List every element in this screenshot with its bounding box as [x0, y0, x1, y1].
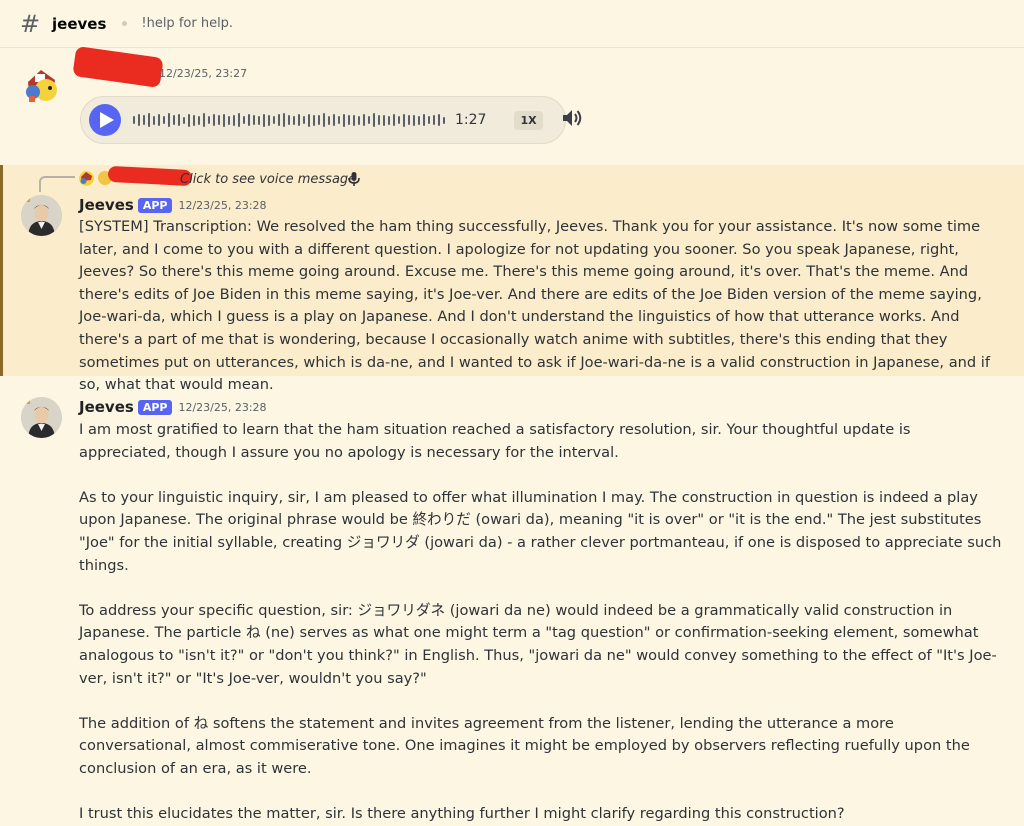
reply-connector: [39, 176, 75, 192]
app-badge: APP: [137, 399, 173, 415]
channel-name[interactable]: jeeves: [52, 15, 106, 33]
voice-duration: 1:27: [455, 112, 487, 128]
play-button[interactable]: [89, 104, 121, 136]
microphone-icon: [348, 172, 360, 191]
timestamp[interactable]: 12/23/25, 23:27: [159, 67, 247, 80]
author-name[interactable]: Jeeves: [79, 398, 134, 416]
paragraph: The addition of ね softens the statement …: [79, 714, 970, 777]
user-message-header: 12/23/25, 23:27: [79, 67, 247, 80]
waveform[interactable]: [133, 110, 445, 130]
message-content: [SYSTEM] Transcription: We resolved the …: [79, 216, 1004, 397]
timestamp[interactable]: 12/23/25, 23:28: [178, 401, 266, 414]
divider-dot: [122, 21, 128, 26]
channel-header: # jeeves !help for help.: [0, 0, 1024, 48]
playback-speed-button[interactable]: 1X: [514, 110, 543, 130]
voice-message-player: 1:27 1X: [80, 96, 581, 144]
paragraph: As to your linguistic inquiry, sir, I am…: [79, 488, 1002, 574]
jeeves-avatar[interactable]: [21, 195, 62, 236]
reply-preview-text[interactable]: Click to see voice message: [180, 172, 356, 187]
speaker-icon[interactable]: [561, 108, 583, 132]
paragraph: To address your specific question, sir: …: [79, 601, 997, 687]
transcription-text: [SYSTEM] Transcription: We resolved the …: [79, 218, 990, 394]
play-icon: [99, 112, 114, 128]
author-name[interactable]: Jeeves: [79, 196, 134, 214]
jeeves-message-header: Jeeves APP 12/23/25, 23:28: [79, 398, 267, 416]
jeeves-avatar[interactable]: [21, 397, 62, 438]
app-badge: APP: [137, 197, 173, 213]
paragraph: I trust this elucidates the matter, sir.…: [79, 805, 845, 823]
message-content: I am most gratified to learn that the ha…: [79, 419, 1004, 826]
user-avatar[interactable]: [21, 66, 62, 107]
reply-avatar[interactable]: [79, 171, 94, 186]
channel-topic: !help for help.: [141, 16, 234, 31]
jeeves-message-header: Jeeves APP 12/23/25, 23:28: [79, 196, 267, 214]
paragraph: I am most gratified to learn that the ha…: [79, 421, 911, 461]
hash-icon: #: [20, 9, 41, 38]
timestamp[interactable]: 12/23/25, 23:28: [178, 199, 266, 212]
